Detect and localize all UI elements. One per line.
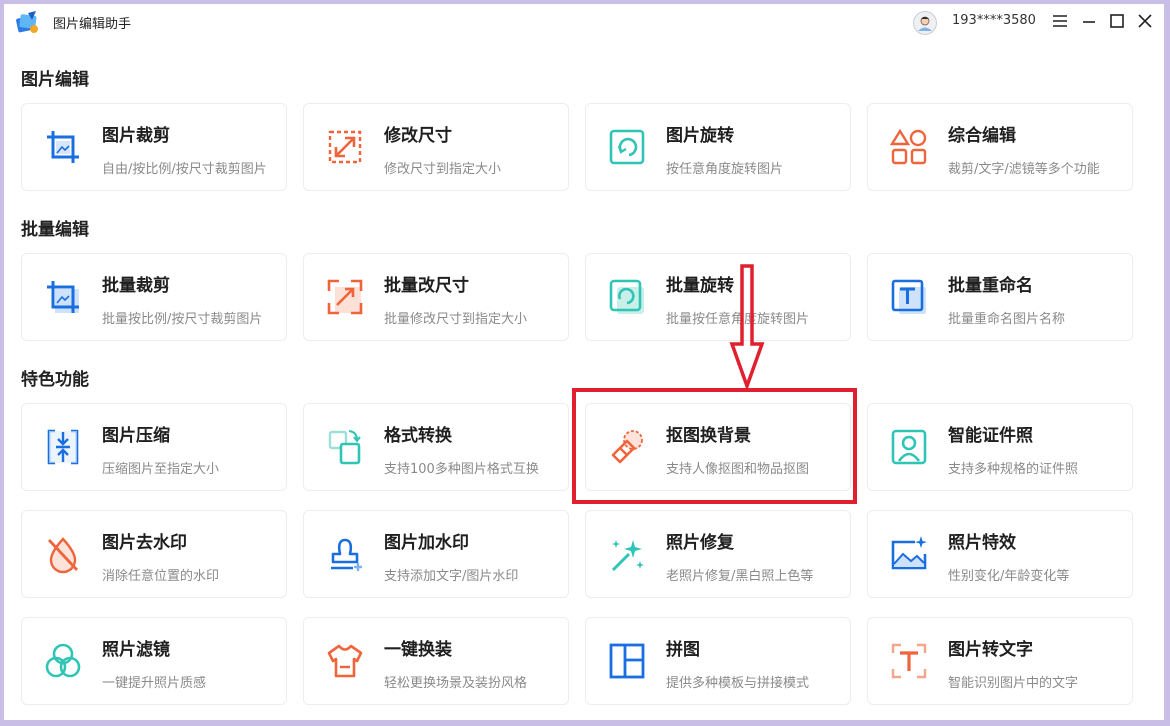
card-desc: 支持人像抠图和物品抠图 [666,462,810,477]
card-title: 批量重命名 [948,276,1033,296]
crop-icon [47,131,79,163]
card-desc: 性别变化/年龄变化等 [948,569,1070,584]
card-desc: 批量按任意角度旋转图片 [666,312,810,327]
card-title: 综合编辑 [948,126,1016,146]
section-title-featured: 特色功能 [21,370,89,390]
filter-icon [45,643,81,678]
card-title: 修改尺寸 [384,126,452,146]
card-desc: 轻松更换场景及装扮风格 [384,676,528,691]
card-add-watermark[interactable]: 图片加水印 支持添加文字/图片水印 [303,510,569,598]
batch-crop-icon [47,281,79,313]
section-title-batch-edit: 批量编辑 [21,220,89,240]
card-desc: 一键提升照片质感 [102,676,207,691]
id-photo-icon [891,429,927,465]
user-avatar-icon[interactable] [913,11,937,35]
card-desc: 支持多种规格的证件照 [948,462,1079,477]
card-remove-watermark[interactable]: 图片去水印 消除任意位置的水印 [21,510,287,598]
card-crop[interactable]: 图片裁剪 自由/按比例/按尺寸裁剪图片 [21,103,287,191]
card-desc: 批量修改尺寸到指定大小 [384,312,528,327]
card-desc: 裁剪/文字/滤镜等多个功能 [948,162,1100,177]
card-desc: 老照片修复/黑白照上色等 [666,569,814,584]
app-logo-icon [16,11,38,33]
card-desc: 压缩图片至指定大小 [102,462,220,477]
resize-icon [328,130,362,164]
card-outfit-change[interactable]: 一键换装 轻松更换场景及装扮风格 [303,617,569,705]
card-title: 批量旋转 [666,276,734,296]
close-icon[interactable] [1136,12,1154,30]
card-photo-restore[interactable]: 照片修复 老照片修复/黑白照上色等 [585,510,851,598]
card-title: 格式转换 [384,426,452,446]
card-desc: 支持100多种图片格式互换 [384,462,539,477]
batch-resize-icon [327,279,363,315]
card-title: 照片修复 [666,533,734,553]
card-desc: 批量重命名图片名称 [948,312,1066,327]
card-title: 图片去水印 [102,533,187,553]
compress-icon [47,429,79,465]
title-bar: 图片编辑助手 193****3580 [4,4,1164,40]
ocr-icon [891,643,927,679]
card-desc: 消除任意位置的水印 [102,569,220,584]
image-effect-icon [891,536,927,570]
card-batch-rotate[interactable]: 批量旋转 批量按任意角度旋转图片 [585,253,851,341]
card-title: 照片特效 [948,533,1016,553]
card-cutout-background[interactable]: 抠图换背景 支持人像抠图和物品抠图 [585,403,851,491]
card-title: 抠图换背景 [666,426,751,446]
rename-icon [891,279,926,314]
card-title: 照片滤镜 [102,640,170,660]
card-title: 图片转文字 [948,640,1033,660]
rotate-icon [609,129,645,165]
app-title: 图片编辑助手 [53,17,132,32]
card-comprehensive-edit[interactable]: 综合编辑 裁剪/文字/滤镜等多个功能 [867,103,1133,191]
collage-icon [609,643,645,679]
app-window: 图片编辑助手 193****3580 图片编辑 批量编辑 特色功能 图片裁剪 自… [4,4,1164,720]
card-title: 图片加水印 [384,533,469,553]
card-title: 批量改尺寸 [384,276,469,296]
card-title: 批量裁剪 [102,276,170,296]
menu-icon[interactable] [1051,12,1069,30]
shapes-icon [889,128,927,165]
card-resize[interactable]: 修改尺寸 修改尺寸到指定大小 [303,103,569,191]
stamp-icon [331,538,362,571]
convert-icon [328,430,361,465]
eraser-icon [611,430,643,464]
card-desc: 智能识别图片中的文字 [948,676,1079,691]
card-desc: 按任意角度旋转图片 [666,162,784,177]
card-batch-rename[interactable]: 批量重命名 批量重命名图片名称 [867,253,1133,341]
card-title: 一键换装 [384,640,452,660]
card-desc: 修改尺寸到指定大小 [384,162,502,177]
card-desc: 批量按比例/按尺寸裁剪图片 [102,312,263,327]
card-title: 图片裁剪 [102,126,170,146]
card-collage[interactable]: 拼图 提供多种模板与拼接模式 [585,617,851,705]
user-phone[interactable]: 193****3580 [952,13,1036,28]
card-title: 图片压缩 [102,426,170,446]
minimize-icon[interactable] [1080,12,1098,30]
card-format-convert[interactable]: 格式转换 支持100多种图片格式互换 [303,403,569,491]
card-desc: 支持添加文字/图片水印 [384,569,519,584]
card-desc: 自由/按比例/按尺寸裁剪图片 [102,162,267,177]
card-title: 图片旋转 [666,126,734,146]
card-id-photo[interactable]: 智能证件照 支持多种规格的证件照 [867,403,1133,491]
card-rotate[interactable]: 图片旋转 按任意角度旋转图片 [585,103,851,191]
section-title-image-edit: 图片编辑 [21,70,89,90]
card-batch-crop[interactable]: 批量裁剪 批量按比例/按尺寸裁剪图片 [21,253,287,341]
no-watermark-icon [47,537,79,574]
card-batch-resize[interactable]: 批量改尺寸 批量修改尺寸到指定大小 [303,253,569,341]
card-title: 智能证件照 [948,426,1033,446]
batch-rotate-icon [609,279,644,314]
magic-wand-icon [611,540,644,572]
card-desc: 提供多种模板与拼接模式 [666,676,810,691]
card-photo-filter[interactable]: 照片滤镜 一键提升照片质感 [21,617,287,705]
card-image-to-text[interactable]: 图片转文字 智能识别图片中的文字 [867,617,1133,705]
card-photo-effect[interactable]: 照片特效 性别变化/年龄变化等 [867,510,1133,598]
maximize-icon[interactable] [1108,12,1126,30]
card-title: 拼图 [666,640,700,660]
shirt-icon [327,644,363,678]
card-compress[interactable]: 图片压缩 压缩图片至指定大小 [21,403,287,491]
